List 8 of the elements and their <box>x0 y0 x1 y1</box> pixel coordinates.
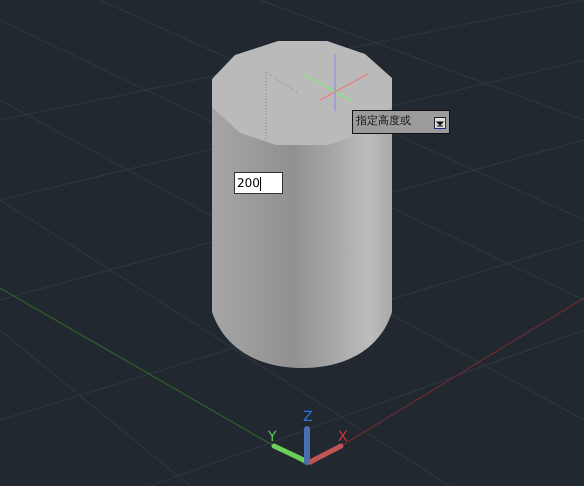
down-arrow-icon <box>436 119 444 127</box>
x-axis-label: X <box>338 430 348 444</box>
prompt-text: 指定高度或 <box>356 114 411 127</box>
options-button[interactable] <box>434 117 446 129</box>
y-axis-label: Y <box>268 430 277 444</box>
input-field[interactable]: 200 <box>234 172 283 194</box>
text-cursor <box>260 176 261 191</box>
z-axis-label: Z <box>303 410 313 424</box>
